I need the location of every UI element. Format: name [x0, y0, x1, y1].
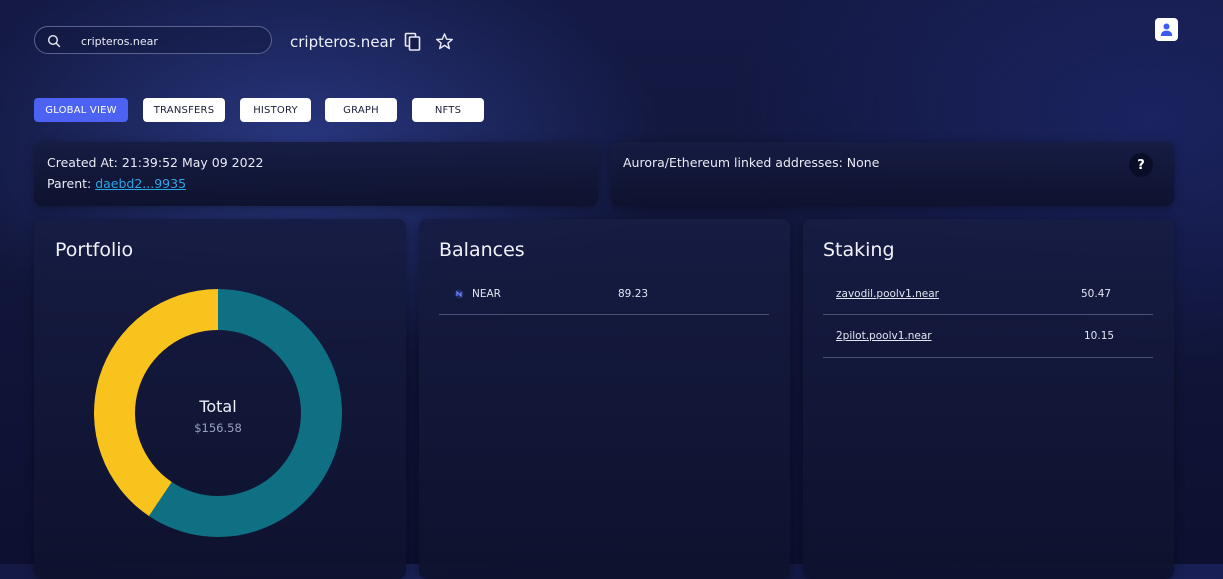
balance-amount: 89.23 — [618, 288, 649, 300]
balances-card — [419, 219, 790, 579]
portfolio-title: Portfolio — [55, 239, 134, 261]
balances-title: Balances — [439, 239, 525, 261]
staking-title: Staking — [823, 239, 895, 261]
search-bar[interactable] — [34, 26, 272, 54]
account-info-card — [34, 142, 598, 206]
linked-addresses-card — [611, 142, 1174, 206]
total-label: Total — [199, 397, 237, 416]
linked-addresses: Aurora/Ethereum linked addresses: None — [623, 155, 880, 170]
staking-card — [803, 219, 1174, 579]
balance-token: NEAR — [472, 288, 501, 300]
balance-divider — [439, 314, 769, 315]
tab-nfts[interactable]: NFTS — [412, 98, 484, 122]
created-at: Created At: 21:39:52 May 09 2022 — [47, 155, 264, 170]
copy-icon[interactable] — [404, 32, 422, 52]
parent-link[interactable]: daebd2...9935 — [95, 176, 186, 191]
tab-transfers[interactable]: TRANSFERS — [143, 98, 225, 122]
near-token-icon — [454, 289, 464, 299]
staking-divider — [823, 357, 1153, 358]
star-icon[interactable] — [435, 32, 454, 51]
parent-label: Parent: — [47, 176, 96, 191]
staking-divider — [823, 314, 1153, 315]
parent-row: Parent: daebd2...9935 — [47, 176, 186, 191]
tab-history[interactable]: HISTORY — [240, 98, 311, 122]
tab-graph[interactable]: GRAPH — [325, 98, 397, 122]
staking-pool-link[interactable]: 2pilot.poolv1.near — [836, 330, 932, 342]
user-account-button[interactable] — [1155, 18, 1178, 41]
staking-pool-link[interactable]: zavodil.poolv1.near — [836, 288, 939, 300]
tab-global-view[interactable]: GLOBAL VIEW — [34, 98, 128, 122]
user-icon — [1160, 23, 1173, 36]
search-input[interactable] — [79, 31, 263, 51]
total-value: $156.58 — [194, 421, 242, 435]
staking-amount: 50.47 — [1081, 288, 1112, 300]
search-icon — [47, 34, 61, 48]
account-title: cripteros.near — [290, 33, 395, 51]
help-icon[interactable]: ? — [1129, 153, 1153, 177]
staking-amount: 10.15 — [1084, 330, 1115, 342]
